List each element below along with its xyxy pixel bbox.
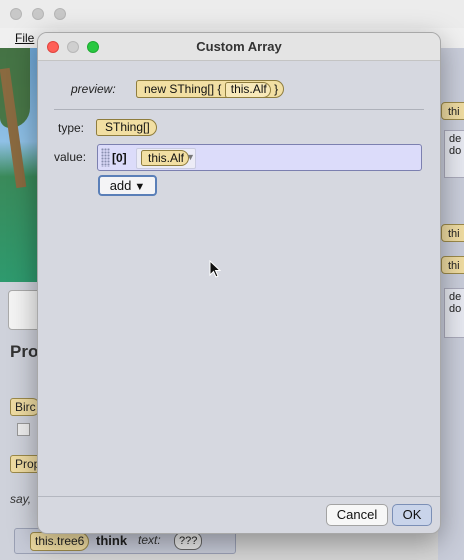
preview-expression-tile: new SThing[] { this.Alf }	[136, 80, 285, 98]
right-box-2: de do	[444, 288, 464, 338]
right-tile-1[interactable]: thi	[441, 102, 464, 120]
dialog-title: Custom Array	[196, 39, 282, 54]
type-tile: SThing[]	[96, 119, 157, 136]
preview-suffix: }	[274, 82, 279, 96]
scene-view[interactable]	[0, 48, 40, 282]
preview-item-tile: this.Alf	[224, 82, 271, 98]
custom-array-dialog: Custom Array preview: new SThing[] { thi…	[37, 32, 441, 534]
properties-header: Pro	[10, 342, 39, 361]
dialog-titlebar: Custom Array	[38, 33, 440, 61]
right-box-1: de do	[444, 130, 464, 178]
array-item-row[interactable]: [0] this.Alf ▼	[97, 144, 422, 171]
bg-close-button[interactable]	[10, 8, 22, 20]
think-label: think	[96, 533, 128, 548]
value-label: value:	[54, 150, 87, 164]
add-item-button[interactable]: add ▼	[98, 175, 157, 196]
say-label: say,	[10, 492, 32, 506]
background-titlebar	[0, 0, 464, 29]
preview-separator	[54, 109, 424, 110]
drag-handle-icon[interactable]	[101, 148, 110, 167]
right-tile-3[interactable]: thi	[441, 256, 464, 274]
add-button-label: add	[109, 178, 132, 193]
cancel-button[interactable]: Cancel	[326, 504, 388, 526]
bg-minimize-button[interactable]	[32, 8, 44, 20]
type-label: type:	[58, 121, 85, 135]
item-index-label: [0]	[112, 151, 127, 165]
text-param-label: text:	[138, 533, 161, 547]
right-tile-2[interactable]: thi	[441, 224, 464, 242]
text-param-value[interactable]: ???	[174, 532, 203, 550]
tree6-tile[interactable]: this.tree6	[30, 532, 90, 551]
caret-down-icon: ▼	[134, 181, 146, 193]
bg-maximize-button[interactable]	[54, 8, 66, 20]
ok-button[interactable]: OK	[392, 504, 432, 526]
footer-separator	[38, 496, 440, 497]
menu-file[interactable]: File	[15, 31, 34, 45]
chevron-down-icon[interactable]: ▼	[186, 152, 195, 162]
item-value-tile[interactable]: this.Alf	[141, 150, 190, 166]
property-checkbox[interactable]	[17, 423, 30, 436]
preview-label: preview:	[71, 82, 116, 96]
preview-prefix: new SThing[] {	[144, 82, 222, 96]
